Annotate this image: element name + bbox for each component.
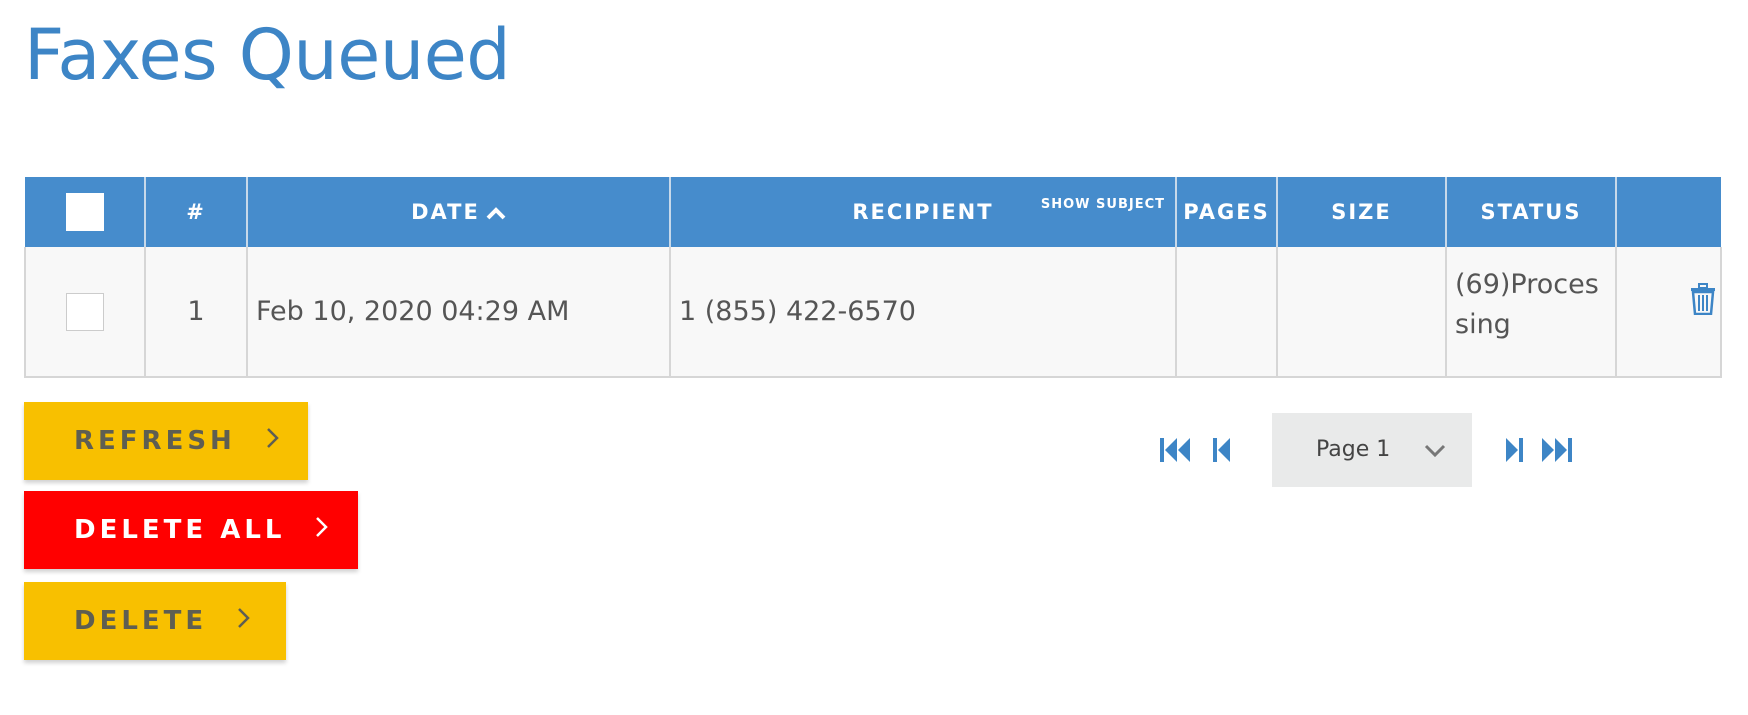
row-date: Feb 10, 2020 04:29 AM	[246, 247, 670, 378]
first-page-icon[interactable]	[1160, 437, 1192, 468]
select-all-header	[25, 177, 145, 247]
pagination: Page 1	[1160, 413, 1580, 487]
next-page-icon[interactable]	[1504, 437, 1524, 468]
show-subject-toggle[interactable]: SHOW SUBJECT	[1041, 197, 1165, 212]
chevron-down-icon	[1424, 439, 1446, 464]
delete-all-button-label: DELETE ALL	[74, 514, 286, 545]
row-recipient: 1 (855) 422-6570	[669, 247, 1176, 378]
chevron-right-icon	[315, 515, 329, 545]
row-pages	[1175, 247, 1277, 378]
refresh-button-label: REFRESH	[74, 425, 236, 456]
trash-icon[interactable]	[1690, 283, 1716, 322]
actions-header	[1615, 177, 1721, 247]
delete-button[interactable]: DELETE	[24, 582, 286, 660]
table-header-row: # DATE RECIPIENT SHOW SUBJECT PAGES SIZE…	[25, 177, 1721, 247]
refresh-button[interactable]: REFRESH	[24, 402, 308, 480]
delete-all-button[interactable]: DELETE ALL	[24, 491, 358, 569]
row-actions-cell	[1615, 247, 1722, 378]
delete-button-label: DELETE	[74, 605, 208, 636]
recipient-header-label: RECIPIENT	[852, 200, 994, 224]
page-title: Faxes Queued	[24, 14, 511, 96]
chevron-up-icon	[486, 201, 506, 225]
chevron-right-icon	[237, 606, 251, 636]
row-size	[1276, 247, 1446, 378]
current-page-label: Page 1	[1316, 437, 1391, 462]
page-select-dropdown[interactable]: Page 1	[1272, 413, 1472, 487]
date-header[interactable]: DATE	[246, 177, 670, 247]
recipient-header: RECIPIENT SHOW SUBJECT	[669, 177, 1176, 247]
date-header-label: DATE	[411, 199, 480, 224]
chevron-right-icon	[266, 426, 280, 456]
last-page-icon[interactable]	[1540, 437, 1572, 468]
size-header: SIZE	[1276, 177, 1446, 247]
select-all-checkbox[interactable]	[65, 193, 104, 231]
number-header: #	[144, 177, 247, 247]
status-header: STATUS	[1445, 177, 1616, 247]
pages-header: PAGES	[1175, 177, 1277, 247]
table-row: 1 Feb 10, 2020 04:29 AM 1 (855) 422-6570…	[24, 247, 1722, 378]
previous-page-icon[interactable]	[1212, 437, 1232, 468]
row-checkbox[interactable]	[66, 292, 104, 331]
row-select-cell	[24, 247, 145, 378]
row-status: (69)Processing	[1445, 247, 1616, 378]
fax-queue-table: # DATE RECIPIENT SHOW SUBJECT PAGES SIZE…	[24, 177, 1722, 378]
row-number: 1	[144, 247, 247, 378]
